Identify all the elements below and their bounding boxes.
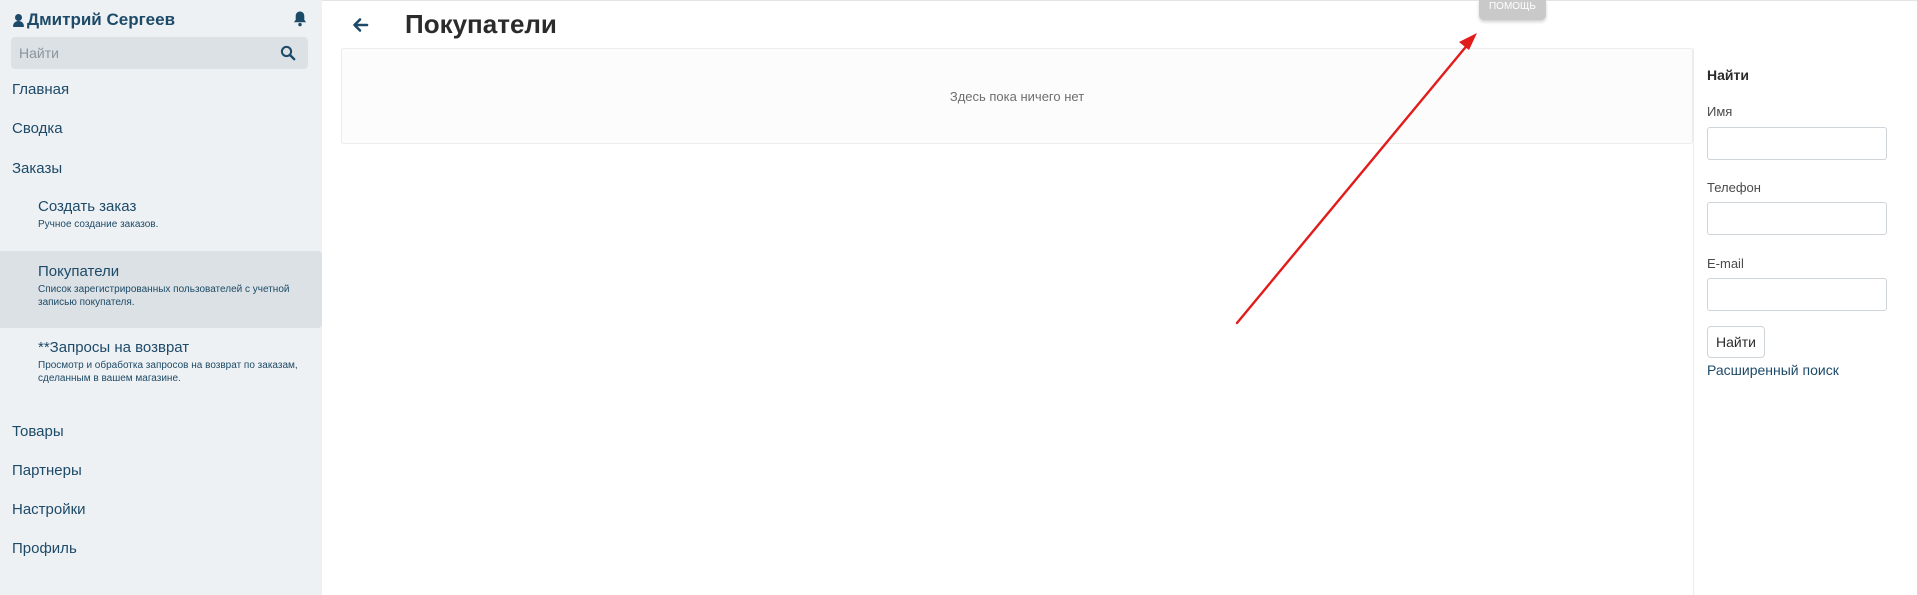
email-label: E-mail (1707, 256, 1744, 271)
user-row[interactable]: Дмитрий Сергеев (12, 8, 308, 32)
sidebar: Дмитрий Сергеев Главная Сводка Заказы Со… (0, 0, 322, 595)
advanced-search-link[interactable]: Расширенный поиск (1707, 362, 1839, 378)
bell-icon[interactable] (292, 10, 308, 28)
help-button[interactable]: ПОМОЩЬ (1479, 0, 1546, 20)
nav-returns[interactable]: **Запросы на возврат Просмотр и обработк… (0, 339, 322, 391)
nav-products[interactable]: Товары (0, 423, 322, 440)
page-title: Покупатели (405, 9, 557, 39)
nav-create-order-desc: Ручное создание заказов. (38, 219, 159, 230)
find-button[interactable]: Найти (1707, 326, 1765, 358)
phone-input[interactable] (1707, 202, 1887, 235)
customers-list-panel: Здесь пока ничего нет (341, 48, 1693, 144)
sidebar-search-input[interactable] (11, 37, 271, 69)
nav-create-order-label: Создать заказ (38, 198, 137, 215)
user-icon (12, 12, 26, 28)
name-label: Имя (1707, 104, 1733, 119)
nav-profile[interactable]: Профиль (0, 540, 322, 557)
nav-settings[interactable]: Настройки (0, 501, 322, 518)
nav-customers-label: Покупатели (38, 263, 120, 280)
nav-summary[interactable]: Сводка (0, 120, 322, 137)
nav-returns-label: **Запросы на возврат (38, 339, 190, 356)
back-arrow-icon[interactable] (352, 16, 370, 34)
top-divider (322, 0, 1917, 1)
user-name[interactable]: Дмитрий Сергеев (27, 10, 175, 30)
nav-returns-desc: Просмотр и обработка запросов на возврат… (38, 360, 298, 384)
email-input[interactable] (1707, 278, 1887, 311)
nav-partners[interactable]: Партнеры (0, 462, 322, 479)
nav-home[interactable]: Главная (0, 81, 322, 98)
nav-create-order[interactable]: Создать заказ Ручное создание заказов. (0, 198, 322, 238)
nav-customers[interactable]: Покупатели Список зарегистрированных пол… (0, 251, 322, 328)
empty-state-text: Здесь пока ничего нет (949, 89, 1085, 104)
right-panel-divider (1693, 48, 1694, 595)
filter-title: Найти (1707, 67, 1749, 83)
app-frame: Дмитрий Сергеев Главная Сводка Заказы Со… (0, 0, 1917, 595)
sidebar-search (11, 37, 308, 69)
search-icon[interactable] (280, 45, 296, 61)
phone-label: Телефон (1707, 180, 1761, 195)
nav-customers-desc: Список зарегистрированных пользователей … (38, 284, 290, 308)
name-input[interactable] (1707, 127, 1887, 160)
nav-orders[interactable]: Заказы (0, 160, 322, 177)
